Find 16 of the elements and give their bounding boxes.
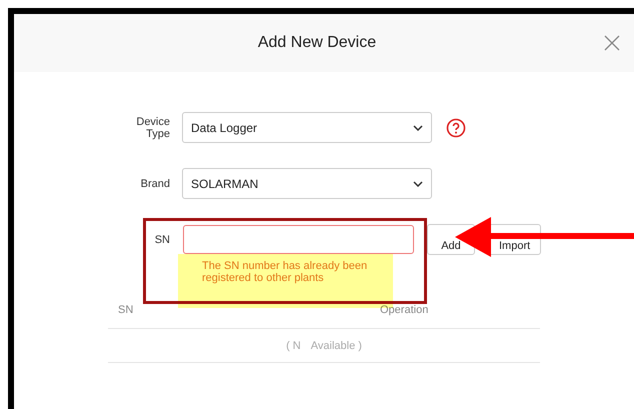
dialog-title: Add New Device: [258, 34, 376, 52]
column-header: SN: [118, 304, 134, 316]
input-field[interactable]: [183, 225, 414, 254]
chevron-down-icon: [413, 180, 423, 186]
empty-text: ( N: [286, 340, 301, 352]
close-icon[interactable]: [604, 35, 620, 51]
column-header: Operation: [380, 304, 428, 316]
dropdown[interactable]: SOLARMAN: [182, 168, 432, 199]
field-label: Brand: [140, 178, 170, 190]
empty-text: Available ): [310, 340, 362, 352]
dropdown[interactable]: Data Logger: [182, 112, 432, 143]
error-message: The SN number has already been registered to other plants: [202, 260, 368, 284]
help-icon[interactable]: [446, 118, 466, 138]
field-label: SN: [154, 234, 170, 246]
chevron-down-icon: [413, 124, 423, 130]
field-label: Device Type: [135, 116, 170, 140]
